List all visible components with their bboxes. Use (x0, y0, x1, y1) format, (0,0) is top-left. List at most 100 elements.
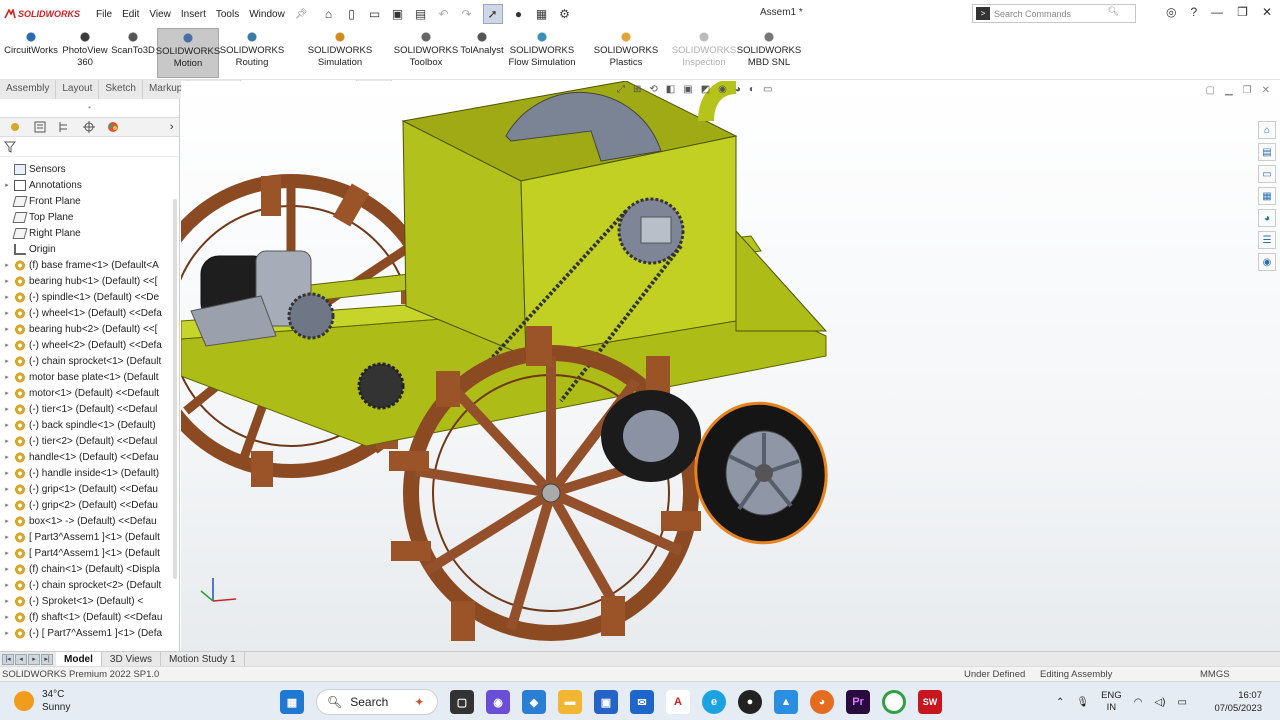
cmd-button-9[interactable]: SOLIDWORKS Plastics (578, 28, 674, 78)
expand-arrow-icon[interactable]: ▸ (0, 181, 14, 189)
cmd-button-8[interactable]: SOLIDWORKS Flow Simulation (508, 28, 576, 78)
custom-properties-icon[interactable]: ☰ (1258, 231, 1276, 249)
tree-item[interactable]: ▸ (-) tier<2> (Default) <<Defaul (0, 433, 179, 449)
prev-tab-icon[interactable]: ◂ (15, 653, 27, 665)
file-explorer-icon[interactable]: ▭ (1258, 165, 1276, 183)
open-icon[interactable]: ▭ (368, 7, 382, 21)
viewport-tile-icon[interactable]: ▢ (1205, 85, 1214, 96)
expand-arrow-icon[interactable]: ▸ (0, 277, 14, 285)
tree-filter[interactable] (0, 137, 179, 157)
cmd-button-0[interactable]: CircuitWorks (2, 28, 60, 78)
tree-item[interactable]: ▸ (f) base frame<1> (Default<A (0, 257, 179, 273)
wifi-icon[interactable]: ◠ (1134, 697, 1143, 708)
menu-tools[interactable]: Tools (216, 9, 239, 20)
scene-icon[interactable]: ◐ (749, 84, 755, 95)
expand-arrow-icon[interactable]: ▸ (0, 309, 14, 317)
expand-arrow-icon[interactable]: ▸ (0, 597, 14, 605)
microphone-icon[interactable]: 🎙︎ (1076, 697, 1089, 708)
home-icon[interactable]: ⌂ (322, 7, 336, 21)
tree-item[interactable]: ▸ bearing hub<2> (Default) <<[ (0, 321, 179, 337)
solidworks-taskbar-icon[interactable]: SW (918, 690, 942, 714)
tree-item[interactable]: ▸ box<1> -> (Default) <<Defau (0, 513, 179, 529)
redo-icon[interactable]: ↷ (460, 7, 474, 21)
tree-item[interactable]: ▸ motor base plate<1> (Default (0, 369, 179, 385)
taskbar-search[interactable]: 🔍︎ Search ✦ (316, 689, 438, 715)
premiere-icon[interactable]: Pr (846, 690, 870, 714)
tree-item[interactable]: ▸ (-) wheel<1> (Default) <<Defa (0, 305, 179, 321)
print-icon[interactable]: ▤ (414, 7, 428, 21)
expand-arrow-icon[interactable]: ▸ (0, 389, 14, 397)
cmd-button-2[interactable]: ScanTo3D (110, 28, 156, 78)
property-manager-icon[interactable] (33, 120, 48, 134)
search-icon[interactable]: 🔍︎ (1108, 6, 1119, 17)
section-view-icon[interactable]: ◧ (666, 84, 675, 95)
tray-overflow-icon[interactable]: ⌃ (1056, 697, 1064, 708)
forum-icon[interactable]: ◉ (1258, 253, 1276, 271)
expand-arrow-icon[interactable]: ▸ (0, 485, 14, 493)
tree-item[interactable]: ▸ [ Part4^Assem1 ]<1> (Default (0, 545, 179, 561)
tree-item[interactable]: ▸ (-) grip<2> (Default) <<Defau (0, 497, 179, 513)
expand-arrow-icon[interactable]: ▸ (0, 469, 14, 477)
configuration-manager-icon[interactable] (57, 120, 72, 134)
cmd-button-7[interactable]: TolAnalyst (458, 28, 506, 78)
viewport-close-icon[interactable]: ✕ (1262, 85, 1270, 96)
tree-item[interactable]: ▸ (-) grip<1> (Default) <<Defau (0, 481, 179, 497)
panel-grip[interactable]: • (0, 99, 179, 117)
view-palette-icon[interactable]: ▦ (1258, 187, 1276, 205)
firefox-icon[interactable]: ◕ (810, 690, 834, 714)
restore-icon[interactable]: ❐ (1237, 5, 1248, 19)
task-view-icon[interactable]: ▢ (450, 690, 474, 714)
cmd-button-11[interactable]: SOLIDWORKS MBD SNL (737, 28, 801, 78)
tree-item[interactable]: ▸ motor<1> (Default) <<Default (0, 385, 179, 401)
cmd-button-1[interactable]: PhotoView 360 (60, 28, 110, 78)
tree-item[interactable]: Right Plane (0, 225, 179, 241)
weather-widget[interactable]: 34°C Sunny (14, 688, 70, 714)
first-tab-icon[interactable]: |◂ (2, 653, 14, 665)
expand-arrow-icon[interactable]: ▸ (0, 453, 14, 461)
panel-expand-icon[interactable]: › (165, 120, 180, 134)
tree-item[interactable]: Sensors (0, 161, 179, 177)
expand-arrow-icon[interactable]: ▸ (0, 437, 14, 445)
expand-arrow-icon[interactable]: ▸ (0, 581, 14, 589)
tree-item[interactable]: ▸ (-) spindle<1> (Default) <<De (0, 289, 179, 305)
solidworks-resources-icon[interactable]: ⌂ (1258, 121, 1276, 139)
cmd-button-3[interactable]: SOLIDWORKS Motion (156, 28, 220, 78)
tab-sketch[interactable]: Sketch (99, 80, 143, 99)
bottom-tab-motion-study-1[interactable]: Motion Study 1 (161, 651, 245, 667)
media-app-icon[interactable]: ● (738, 690, 762, 714)
mail-icon[interactable]: ✉ (630, 690, 654, 714)
viewport-minimize-icon[interactable]: ▁ (1225, 85, 1233, 96)
display-style-icon[interactable]: ◩ (701, 84, 710, 95)
tree-item[interactable]: Front Plane (0, 193, 179, 209)
solidworks-logo[interactable]: SOLIDWORKS (0, 9, 88, 19)
expand-arrow-icon[interactable]: ▸ (0, 501, 14, 509)
tree-item[interactable]: ▸ (-) wheel<2> (Default) <<Defa (0, 337, 179, 353)
previous-view-icon[interactable]: ⟲ (649, 84, 657, 95)
expand-arrow-icon[interactable]: ▸ (0, 261, 14, 269)
hide-show-icon[interactable]: ◉ (718, 84, 727, 95)
bottom-tab-3d-views[interactable]: 3D Views (102, 651, 161, 667)
menu-edit[interactable]: Edit (122, 9, 139, 20)
tree-item[interactable]: ▸ (-) handle inside<1> (Default) (0, 465, 179, 481)
new-document-icon[interactable]: ▯ (345, 7, 359, 21)
tree-item[interactable]: ▸ Annotations (0, 177, 179, 193)
appearance-icon[interactable]: ◕ (735, 84, 741, 95)
unit-system[interactable]: MMGS (1200, 669, 1230, 680)
acrobat-icon[interactable]: A (666, 690, 690, 714)
last-tab-icon[interactable]: ▸| (41, 653, 53, 665)
tree-item[interactable]: ▸ (-) chain sprocket<1> (Default (0, 353, 179, 369)
menu-window[interactable]: Window (249, 9, 285, 20)
expand-arrow-icon[interactable]: ▸ (0, 325, 14, 333)
tree-scrollbar[interactable] (173, 199, 177, 579)
expand-arrow-icon[interactable]: ▸ (0, 293, 14, 301)
expand-arrow-icon[interactable]: ▸ (0, 613, 14, 621)
view-orientation-icon[interactable]: ▣ (683, 84, 692, 95)
menu-view[interactable]: View (149, 9, 171, 20)
next-tab-icon[interactable]: ▸ (28, 653, 40, 665)
menu-insert[interactable]: Insert (181, 9, 206, 20)
edge-copilot-icon[interactable]: ◆ (522, 690, 546, 714)
expand-arrow-icon[interactable]: ▸ (0, 341, 14, 349)
undo-icon[interactable]: ↶ (437, 7, 451, 21)
minimize-icon[interactable]: — (1211, 5, 1223, 19)
menu-file[interactable]: File (96, 9, 112, 20)
